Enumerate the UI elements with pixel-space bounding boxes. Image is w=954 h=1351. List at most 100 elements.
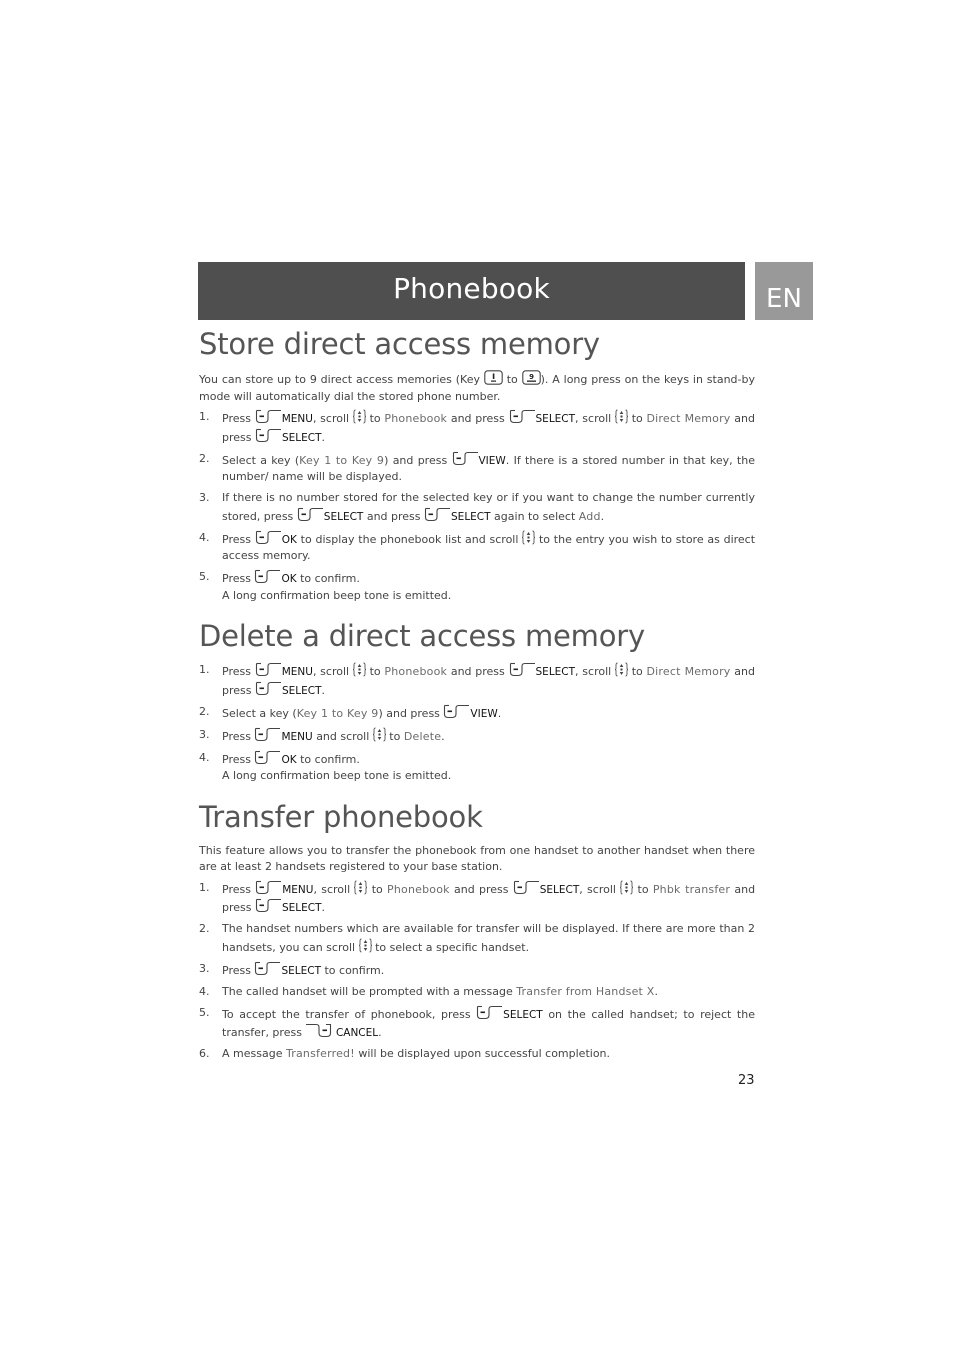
softkey-label: OK bbox=[281, 753, 297, 766]
step-item: 3. Press SELECT to confirm. bbox=[199, 961, 755, 980]
left-softkey-icon bbox=[452, 451, 479, 466]
left-softkey-icon bbox=[254, 961, 281, 976]
step-number: 1. bbox=[199, 663, 210, 676]
step-number: 4. bbox=[199, 750, 210, 764]
section-intro: This feature allows you to transfer the … bbox=[199, 843, 755, 874]
step-number: 2. bbox=[199, 451, 210, 465]
step-item: 4. Press OK to confirm. A long confirmat… bbox=[199, 750, 755, 785]
step-text: Press bbox=[222, 572, 251, 585]
step-text: , scroll bbox=[579, 882, 616, 896]
step-text: . bbox=[321, 683, 326, 697]
section-delete-direct-access-memory: Delete a direct access memory 1. Press M… bbox=[199, 616, 755, 785]
scroll-updown-icon bbox=[353, 662, 366, 677]
softkey-label: MENU bbox=[281, 666, 313, 678]
step-text: , scroll bbox=[575, 665, 612, 678]
left-softkey-icon bbox=[297, 507, 324, 522]
step-text: . bbox=[321, 901, 326, 914]
left-softkey-icon bbox=[255, 428, 282, 443]
step-number: 3. bbox=[199, 491, 210, 504]
step-item: 4. The called handset will be prompted w… bbox=[199, 984, 755, 1001]
step-item: 2. The handset numbers which are availab… bbox=[199, 921, 755, 956]
section-title: Store direct access memory bbox=[199, 327, 600, 361]
step-text: to confirm. bbox=[300, 572, 360, 585]
menu-term: Phonebook bbox=[384, 412, 448, 425]
step-text: and press bbox=[450, 412, 505, 425]
step-text: . bbox=[497, 706, 502, 720]
step-item: 3. If there is no number stored for the … bbox=[199, 490, 755, 525]
menu-term: Delete bbox=[403, 729, 442, 743]
scroll-updown-icon bbox=[353, 409, 366, 424]
step-text: and press bbox=[454, 882, 509, 896]
step-item: 1. Press MENU, scroll to Phonebook and p… bbox=[199, 662, 755, 699]
step-text: , scroll bbox=[312, 412, 350, 425]
left-softkey-icon bbox=[255, 880, 282, 895]
step-text: Press bbox=[222, 882, 251, 896]
step-text: will be displayed upon successful comple… bbox=[358, 1047, 611, 1060]
scroll-updown-icon bbox=[522, 530, 535, 545]
left-softkey-icon bbox=[254, 569, 281, 584]
step-text: to bbox=[371, 882, 383, 896]
step-item: 4. Press OK to display the phonebook lis… bbox=[199, 530, 755, 565]
menu-term: Phbk transfer bbox=[652, 882, 731, 896]
softkey-label: SELECT bbox=[282, 902, 322, 914]
scroll-updown-icon bbox=[615, 409, 628, 424]
right-softkey-icon bbox=[305, 1023, 332, 1038]
step-text: to select a specific handset. bbox=[375, 940, 530, 954]
step-text: Press bbox=[222, 532, 251, 546]
section-store-direct-access-memory: Store direct access memory You can store… bbox=[199, 324, 755, 604]
left-softkey-icon bbox=[443, 704, 470, 719]
step-text: Press bbox=[222, 752, 251, 766]
step-number: 2. bbox=[199, 704, 210, 718]
softkey-label: VIEW bbox=[470, 707, 498, 720]
softkey-label: MENU bbox=[282, 883, 314, 896]
step-text: to confirm. bbox=[300, 752, 360, 766]
left-softkey-icon bbox=[255, 530, 282, 545]
left-softkey-icon bbox=[476, 1005, 503, 1020]
step-number: 5. bbox=[199, 570, 210, 583]
menu-term: Key 1 to Key 9 bbox=[299, 453, 385, 467]
step-text: . bbox=[321, 430, 326, 444]
softkey-label: SELECT bbox=[323, 510, 364, 523]
softkey-label: SELECT bbox=[282, 684, 322, 697]
softkey-label: SELECT bbox=[503, 1008, 543, 1021]
left-softkey-icon bbox=[254, 750, 281, 765]
left-softkey-icon bbox=[424, 507, 451, 522]
step-number: 5. bbox=[199, 1005, 210, 1019]
step-number: 1. bbox=[199, 880, 210, 894]
step-text: ) and press bbox=[378, 706, 440, 720]
softkey-label: SELECT bbox=[539, 883, 580, 896]
scroll-updown-icon bbox=[615, 662, 628, 677]
scroll-updown-icon bbox=[620, 880, 633, 895]
step-text: , scroll bbox=[312, 665, 350, 678]
step-item: 5. To accept the transfer of phonebook, … bbox=[199, 1005, 755, 1042]
softkey-label: SELECT bbox=[535, 413, 576, 425]
step-item: 5. Press OK to confirm. A long confirmat… bbox=[199, 569, 755, 604]
menu-term: Phonebook bbox=[387, 882, 450, 896]
step-text: to bbox=[369, 412, 381, 425]
step-text: Select a key ( bbox=[222, 706, 297, 720]
section-transfer-phonebook: Transfer phonebook This feature allows y… bbox=[199, 797, 755, 1063]
step-text: to confirm. bbox=[324, 963, 385, 977]
step-text: and scroll bbox=[316, 729, 370, 743]
steps-list: 1. Press MENU, scroll to Phonebook and p… bbox=[199, 662, 755, 785]
scroll-updown-icon bbox=[373, 727, 386, 742]
step-text: , scroll bbox=[313, 882, 351, 896]
menu-term: Add bbox=[578, 509, 601, 523]
step-text: A message bbox=[222, 1047, 283, 1060]
softkey-label: OK bbox=[281, 533, 297, 546]
step-number: 2. bbox=[199, 922, 210, 935]
step-text: . bbox=[378, 1026, 382, 1039]
step-text: . bbox=[441, 729, 445, 743]
key-9-icon bbox=[522, 370, 541, 385]
softkey-label: SELECT bbox=[281, 964, 321, 977]
step-item: 2. Select a key (Key 1 to Key 9) and pre… bbox=[199, 451, 755, 486]
step-text: to display the phonebook list and scroll bbox=[300, 532, 519, 546]
menu-term: Transferred! bbox=[285, 1047, 355, 1060]
step-number: 4. bbox=[199, 530, 210, 544]
step-text: , scroll bbox=[575, 412, 612, 425]
step-text: Press bbox=[222, 963, 251, 977]
step-number: 4. bbox=[199, 984, 210, 998]
step-item: 1. Press MENU, scroll to Phonebook and p… bbox=[199, 409, 755, 446]
step-text: again to select bbox=[494, 509, 576, 523]
language-tab: EN bbox=[755, 262, 813, 320]
